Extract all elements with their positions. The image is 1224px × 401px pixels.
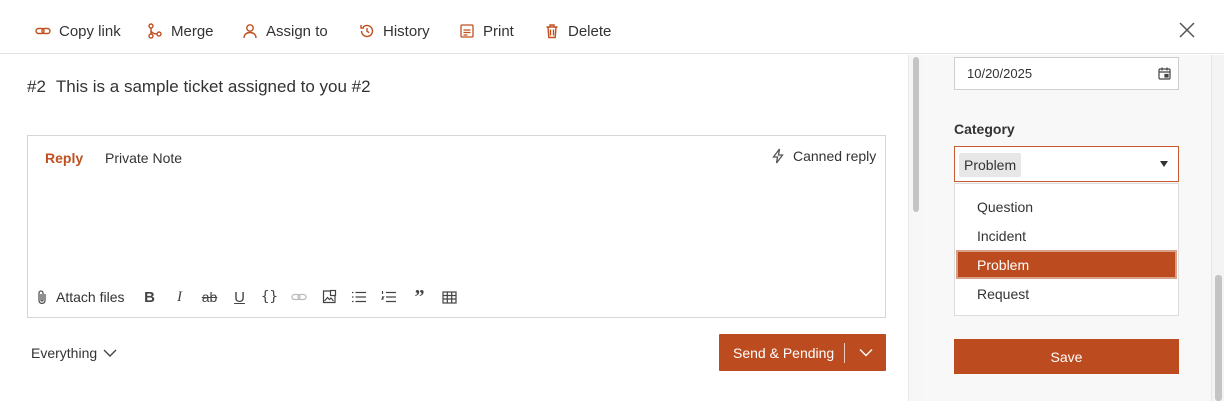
close-icon[interactable] — [1178, 21, 1196, 39]
category-chip: Problem — [959, 153, 1022, 177]
print-label: Print — [483, 22, 514, 40]
category-option-problem[interactable]: Problem — [956, 250, 1177, 279]
delete-button[interactable]: Delete — [544, 20, 611, 42]
underline-button[interactable]: U — [224, 286, 254, 308]
italic-button[interactable]: I — [164, 286, 194, 308]
merge-button[interactable]: Merge — [147, 20, 214, 42]
filter-dropdown[interactable]: Everything — [31, 345, 117, 361]
ticket-main: #2 This is a sample ticket assigned to yo… — [0, 55, 908, 401]
merge-icon — [148, 23, 162, 39]
tab-private-note[interactable]: Private Note — [105, 150, 182, 166]
due-date-value: 10/20/2025 — [967, 66, 1033, 81]
send-pending-label: Send & Pending — [733, 344, 835, 361]
chevron-down-icon — [103, 349, 117, 357]
history-icon — [360, 24, 374, 38]
ticket-number: #2 — [27, 77, 46, 96]
user-icon — [243, 24, 257, 39]
due-date-input[interactable]: 10/20/2025 — [954, 57, 1179, 90]
lightning-icon — [772, 148, 784, 164]
strikethrough-button[interactable]: ab — [194, 286, 224, 308]
bullet-list-button[interactable] — [344, 286, 374, 308]
link-button[interactable] — [284, 286, 314, 308]
category-label: Category — [954, 121, 1015, 137]
table-button[interactable] — [434, 286, 464, 308]
panel-scrollbar[interactable] — [1211, 55, 1224, 401]
link-icon — [35, 27, 51, 35]
attach-files-label: Attach files — [56, 289, 125, 305]
assign-to-label: Assign to — [266, 22, 328, 40]
format-toolbar: Attach files B I ab U {} ” — [36, 286, 464, 308]
table-icon — [442, 290, 457, 304]
reply-text-area[interactable] — [42, 178, 872, 278]
calendar-icon[interactable] — [1158, 67, 1171, 80]
panel-scrollbar-thumb[interactable] — [1215, 275, 1222, 401]
paperclip-icon — [38, 290, 46, 305]
attach-files-button[interactable]: Attach files — [36, 289, 124, 305]
image-icon — [323, 289, 337, 304]
properties-panel: 10/20/2025 Category Problem Question Inc… — [922, 55, 1211, 401]
canned-reply-button[interactable]: Canned reply — [771, 148, 876, 164]
copy-link-button[interactable]: Copy link — [35, 20, 121, 42]
category-select[interactable]: Problem — [954, 146, 1179, 182]
delete-label: Delete — [568, 22, 612, 40]
ticket-toolbar: Copy link Merge Assign to History Print … — [0, 0, 1224, 54]
copy-link-label: Copy link — [59, 22, 121, 40]
bullet-list-icon — [352, 291, 367, 303]
main-scrollbar-thumb[interactable] — [913, 57, 919, 212]
ticket-subject: This is a sample ticket assigned to you … — [55, 77, 371, 96]
canned-reply-label: Canned reply — [793, 148, 877, 164]
insert-image-button[interactable] — [314, 286, 344, 308]
send-pending-button[interactable]: Send & Pending — [719, 334, 886, 371]
main-scrollbar[interactable] — [908, 55, 922, 401]
reply-editor: Reply Private Note Canned reply Attach f… — [27, 135, 886, 318]
history-button[interactable]: History — [359, 20, 430, 42]
bold-button[interactable]: B — [134, 286, 164, 308]
trash-icon — [546, 24, 558, 39]
chevron-down-icon — [859, 349, 872, 357]
tab-reply[interactable]: Reply — [45, 150, 83, 166]
send-options-toggle[interactable] — [845, 348, 886, 357]
assign-to-button[interactable]: Assign to — [242, 20, 328, 42]
ticket-title: #2 This is a sample ticket assigned to yo… — [27, 77, 371, 97]
quote-button[interactable]: ” — [404, 286, 434, 308]
numbered-list-icon — [381, 291, 397, 303]
merge-label: Merge — [171, 22, 214, 40]
code-button[interactable]: {} — [254, 286, 284, 308]
caret-down-icon — [1160, 161, 1168, 167]
category-options: Question Incident Problem Request — [954, 183, 1179, 316]
link-icon — [291, 293, 308, 301]
save-button[interactable]: Save — [954, 339, 1179, 374]
pdf-print-icon — [460, 24, 474, 38]
category-option-request[interactable]: Request — [955, 279, 1178, 308]
history-label: History — [383, 22, 430, 40]
print-button[interactable]: Print — [459, 20, 514, 42]
numbered-list-button[interactable] — [374, 286, 404, 308]
category-option-incident[interactable]: Incident — [955, 221, 1178, 250]
category-option-question[interactable]: Question — [955, 192, 1178, 221]
filter-label: Everything — [31, 345, 98, 361]
